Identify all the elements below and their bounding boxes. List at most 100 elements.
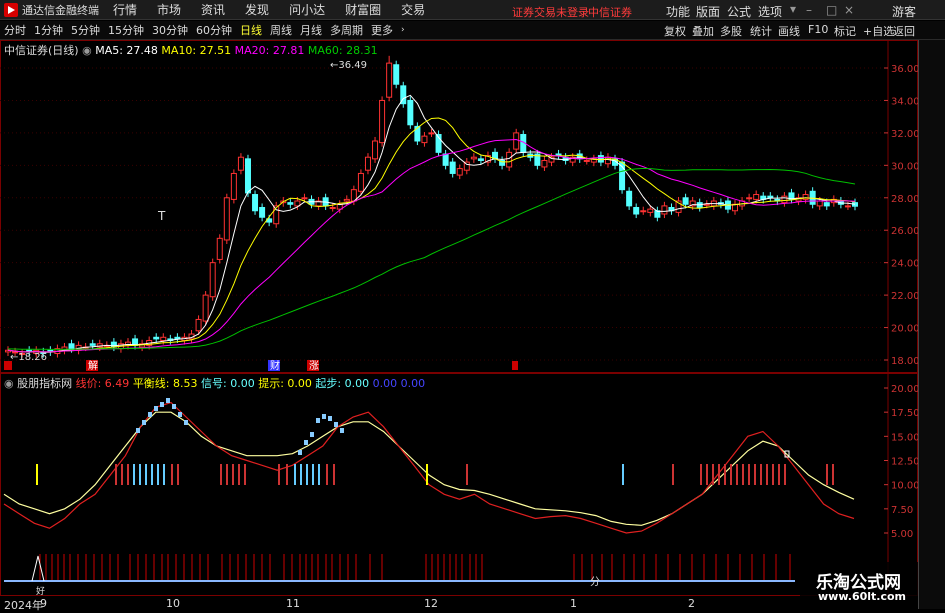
candle-body <box>753 194 760 200</box>
candle-body <box>237 156 244 171</box>
candle-body <box>633 207 640 215</box>
price-line <box>3 401 855 534</box>
fen-label: 分 <box>590 576 600 588</box>
signal-bar <box>171 464 173 485</box>
signal-bar <box>286 464 288 485</box>
signal-bar <box>718 464 720 485</box>
candle-body <box>202 294 209 322</box>
signal-bar <box>466 464 468 485</box>
signal-bar <box>312 464 314 485</box>
candle-body <box>682 197 689 205</box>
signal-bar <box>622 464 624 485</box>
indicator-line5: 起步: 0.00 <box>315 377 370 390</box>
signal-dot <box>166 398 170 403</box>
signal-bar <box>426 464 428 485</box>
candle-body <box>301 197 308 200</box>
candle-body <box>153 336 160 340</box>
date-dec: 12 <box>424 597 438 610</box>
signal-bar <box>318 464 320 485</box>
signal-bar <box>760 464 762 485</box>
candle-body <box>414 125 421 142</box>
signal-bar <box>300 464 302 485</box>
candle-body <box>357 172 364 192</box>
signal-bar <box>177 464 179 485</box>
event-marker <box>512 361 518 370</box>
signal-bar <box>766 464 768 485</box>
ind-tick-label: 5.00 <box>891 529 913 540</box>
candle-body <box>343 198 350 202</box>
signal-dot <box>172 404 176 409</box>
candle-body <box>626 190 633 207</box>
candle-body <box>781 195 788 204</box>
signal-dot <box>148 412 152 417</box>
candle-body <box>470 156 477 160</box>
signal-bar <box>278 464 280 485</box>
signal-bar <box>121 464 123 485</box>
date-jan: 1 <box>570 597 577 610</box>
candle-body <box>216 237 223 260</box>
signal-bar <box>700 464 702 485</box>
signal-dot <box>184 420 188 425</box>
candle-body <box>802 194 809 200</box>
candle-body <box>647 208 654 213</box>
candle-body <box>456 168 463 176</box>
signal-dot <box>322 414 326 419</box>
candle-body <box>209 262 216 298</box>
candle-body <box>287 202 294 205</box>
signal-bar <box>832 464 834 485</box>
candle-body <box>223 197 230 241</box>
event-label-jie: 解 <box>88 359 98 372</box>
candle-body <box>823 202 830 207</box>
ind-tick-label: 12.50 <box>891 457 920 468</box>
event-label-cai: 财 <box>270 359 280 372</box>
price-tick-label: 20.00 <box>891 324 920 335</box>
indicator-name[interactable]: 股朋指标网 <box>17 377 72 390</box>
signal-bar <box>220 464 222 485</box>
signal-dot <box>160 402 164 407</box>
signal-dot <box>316 418 320 423</box>
signal-bar <box>333 464 335 485</box>
signal-dot <box>298 450 302 455</box>
candle-body <box>428 132 435 135</box>
price-tick-label: 26.00 <box>891 226 920 237</box>
signal-bar <box>784 464 786 485</box>
candlestick-chart[interactable]: 36.00 34.00 32.00 30.00 28.00 26.00 24.00 22.00… <box>0 0 945 609</box>
candle-body <box>252 194 259 212</box>
price-tick-label: 32.00 <box>891 129 920 140</box>
candle-body <box>393 64 400 85</box>
signal-dot <box>304 440 308 445</box>
price-tick-label: 18.00 <box>891 356 920 367</box>
signal-bar <box>133 464 135 485</box>
candle-body <box>195 318 202 332</box>
signal-dot <box>154 406 158 411</box>
candle-body <box>449 161 456 174</box>
signal-bar <box>712 464 714 485</box>
signal-dot <box>340 428 344 433</box>
high-label: ←36.49 <box>330 60 367 71</box>
ma60-line <box>7 167 856 350</box>
candle-body <box>329 207 336 210</box>
peak-marker <box>31 555 45 582</box>
signal-bar <box>226 464 228 485</box>
candle-body <box>110 341 117 348</box>
indicator-settings-icon[interactable]: ◉ <box>4 377 14 390</box>
signal-bar <box>238 464 240 485</box>
signal-bar <box>232 464 234 485</box>
signal-dot <box>310 432 314 437</box>
candle-body <box>661 205 668 215</box>
candle-body <box>746 197 753 200</box>
candle-body <box>379 99 386 144</box>
watermark-url: www.60lt.com <box>818 590 907 603</box>
signal-dot <box>136 428 140 433</box>
candle-body <box>767 195 774 199</box>
low-label: ←18.26 <box>10 352 47 363</box>
signal-bar <box>127 464 129 485</box>
candle-body <box>372 140 379 160</box>
signal-bar <box>778 464 780 485</box>
ind-tick-label: 15.00 <box>891 432 920 443</box>
signal-dot <box>328 416 332 421</box>
candle-body <box>844 205 851 208</box>
candle-body <box>816 200 823 207</box>
signal-bar <box>754 464 756 485</box>
ind-tick-label: 10.00 <box>891 481 920 492</box>
